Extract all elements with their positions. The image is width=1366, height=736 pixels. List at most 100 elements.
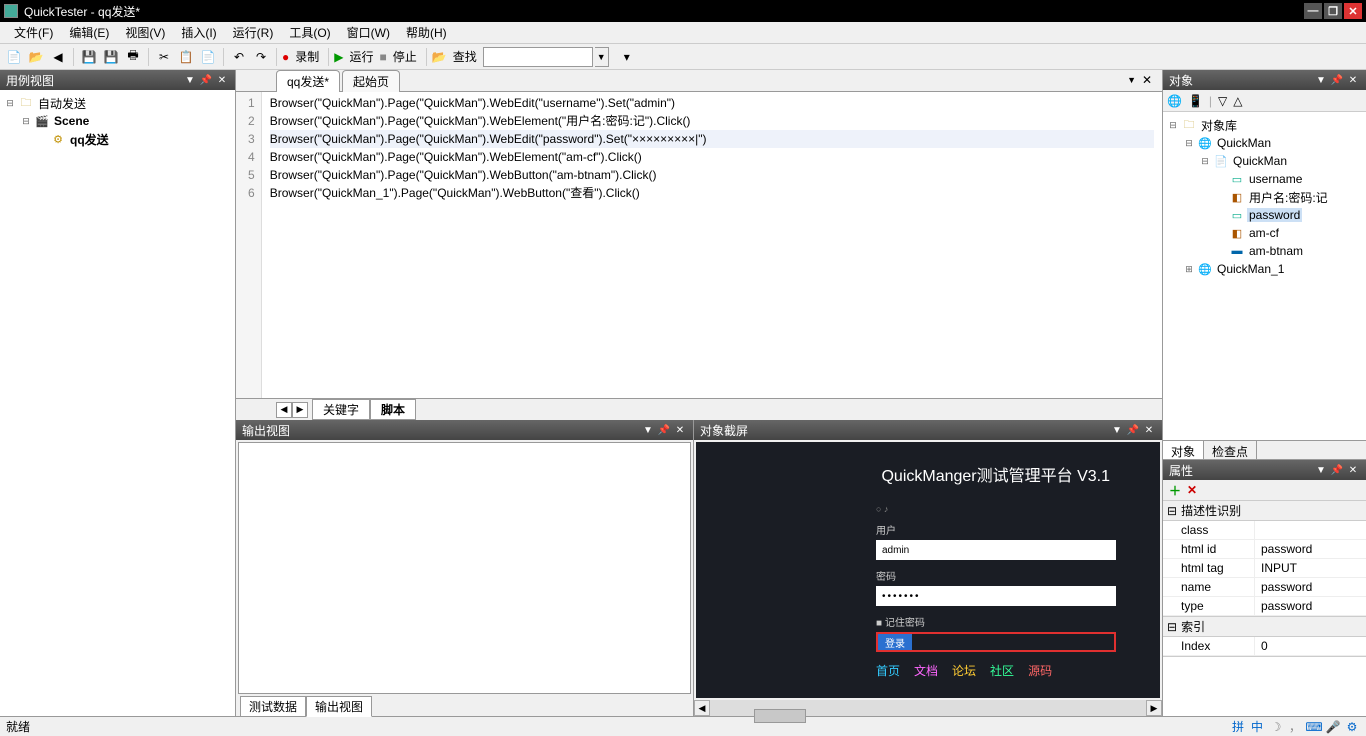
tabs-dropdown-icon[interactable]: ▼	[1127, 75, 1136, 85]
moon-icon[interactable]: ☽	[1268, 719, 1284, 735]
prop-value[interactable]: 0	[1255, 637, 1366, 655]
sc-link-e[interactable]: 源码	[1028, 662, 1052, 679]
menu-run[interactable]: 运行(R)	[225, 22, 282, 43]
minimize-button[interactable]: —	[1304, 3, 1322, 19]
properties-grid[interactable]: ⊟描述性识别 class html idpassword html tagINP…	[1163, 500, 1366, 656]
scroll-left-button[interactable]: ◀	[694, 700, 710, 716]
obj-userpwd[interactable]: ◧ 用户名:密码:记	[1167, 188, 1362, 206]
save-all-button[interactable]: 💾	[101, 47, 121, 67]
tab-qq[interactable]: qq发送*	[276, 70, 340, 92]
redo-button[interactable]: ↷	[251, 47, 271, 67]
obj-ambtn[interactable]: ▬ am-btnam	[1167, 242, 1362, 260]
sc-remember[interactable]: ■ 记住密码	[876, 614, 1120, 629]
objects-tree[interactable]: ⊟🗀 对象库 ⊟🌐 QuickMan ⊟📄 QuickMan ▭ usernam…	[1163, 112, 1366, 440]
code-line[interactable]: Browser("QuickMan").Page("QuickMan").Web…	[270, 166, 1154, 184]
screenshot-scrollbar[interactable]: ◀ ▶	[694, 700, 1162, 716]
comma-icon[interactable]: ，	[1287, 719, 1303, 735]
panel-dropdown-button[interactable]: ▼	[1314, 73, 1328, 87]
expand-icon[interactable]: ▽	[1218, 94, 1227, 108]
prop-value[interactable]: INPUT	[1255, 559, 1366, 577]
tab-keyword[interactable]: 关键字	[312, 399, 370, 420]
panel-close-button[interactable]: ✕	[215, 73, 229, 87]
nav-next-button[interactable]: ▶	[292, 402, 308, 418]
tab-objects[interactable]: 对象	[1163, 441, 1204, 459]
tab-checkpoints[interactable]: 检查点	[1204, 441, 1257, 459]
panel-pin-button[interactable]: 📌	[199, 73, 213, 87]
sc-pwd-input[interactable]	[876, 586, 1116, 606]
delete-property-button[interactable]: ✕	[1187, 483, 1197, 497]
tree-toggle-icon[interactable]: ⊟	[20, 116, 32, 127]
sc-login-button[interactable]: 登录	[878, 634, 912, 650]
panel-dropdown-button[interactable]: ▼	[1314, 463, 1328, 477]
search-dropdown[interactable]: ▼	[595, 47, 609, 67]
code-line[interactable]: Browser("QuickMan").Page("QuickMan").Web…	[270, 94, 1154, 112]
tab-script[interactable]: 脚本	[370, 399, 416, 420]
panel-close-button[interactable]: ✕	[673, 423, 687, 437]
panel-dropdown-button[interactable]: ▼	[641, 423, 655, 437]
sc-link-b[interactable]: 文档	[914, 662, 938, 679]
obj-password[interactable]: ▭ password	[1167, 206, 1362, 224]
obj-root[interactable]: ⊟🗀 对象库	[1167, 116, 1362, 134]
panel-pin-button[interactable]: 📌	[1330, 463, 1344, 477]
menu-file[interactable]: 文件(F)	[6, 22, 61, 43]
tree-toggle-icon[interactable]: ⊟	[4, 98, 16, 109]
menu-tools[interactable]: 工具(O)	[281, 22, 338, 43]
menu-window[interactable]: 窗口(W)	[339, 22, 398, 43]
new-button[interactable]: 📄	[4, 47, 24, 67]
paste-button[interactable]: 📄	[198, 47, 218, 67]
tab-start[interactable]: 起始页	[342, 70, 400, 92]
ime-lang-icon[interactable]: 中	[1249, 719, 1265, 735]
code-line[interactable]: Browser("QuickMan").Page("QuickMan").Web…	[270, 112, 1154, 130]
keyboard-icon[interactable]: ⌨	[1306, 719, 1322, 735]
undo-button[interactable]: ↶	[229, 47, 249, 67]
output-body[interactable]	[238, 442, 691, 694]
print-button[interactable]: 🖶	[123, 47, 143, 67]
scroll-right-button[interactable]: ▶	[1146, 700, 1162, 716]
scroll-thumb[interactable]	[754, 709, 806, 723]
obj-page[interactable]: ⊟📄 QuickMan	[1167, 152, 1362, 170]
nav-prev-button[interactable]: ◀	[276, 402, 292, 418]
tree-root[interactable]: ⊟ 🗀 自动发送	[4, 94, 231, 112]
stop-button[interactable]: 停止	[389, 48, 421, 65]
menu-insert[interactable]: 插入(I)	[173, 22, 224, 43]
prop-value[interactable]: password	[1255, 597, 1366, 615]
record-button[interactable]: 录制	[291, 48, 323, 65]
tab-testdata[interactable]: 测试数据	[240, 696, 306, 717]
device-icon[interactable]: 📱	[1188, 94, 1203, 108]
code-line[interactable]: Browser("QuickMan").Page("QuickMan").Web…	[270, 148, 1154, 166]
panel-close-button[interactable]: ✕	[1346, 463, 1360, 477]
tree-qq[interactable]: ⚙ qq发送	[4, 130, 231, 148]
collapse-icon[interactable]: ⊟	[1167, 620, 1177, 634]
sc-user-input[interactable]	[876, 540, 1116, 560]
add-property-button[interactable]: ＋	[1169, 482, 1181, 499]
menu-help[interactable]: 帮助(H)	[398, 22, 455, 43]
code-line[interactable]: Browser("QuickMan_1").Page("QuickMan").W…	[270, 184, 1154, 202]
panel-dropdown-button[interactable]: ▼	[183, 73, 197, 87]
collapse-icon[interactable]: ⊟	[1167, 504, 1177, 518]
back-button[interactable]: ◀	[48, 47, 68, 67]
tab-output[interactable]: 输出视图	[306, 696, 372, 717]
panel-pin-button[interactable]: 📌	[1330, 73, 1344, 87]
mic-icon[interactable]: 🎤	[1325, 719, 1341, 735]
sc-link-d[interactable]: 社区	[990, 662, 1014, 679]
globe-icon[interactable]: 🌐	[1167, 94, 1182, 108]
obj-quickman[interactable]: ⊟🌐 QuickMan	[1167, 134, 1362, 152]
cut-button[interactable]: ✂	[154, 47, 174, 67]
panel-pin-button[interactable]: 📌	[1126, 423, 1140, 437]
code-line[interactable]: Browser("QuickMan").Page("QuickMan").Web…	[270, 130, 1154, 148]
search-menu-button[interactable]: ▾	[617, 47, 637, 67]
screenshot-body[interactable]: QuickManger测试管理平台 V3.1 ○ ♪ 用户 密码 ■ 记住密码 …	[696, 442, 1160, 698]
code-editor[interactable]: 123456 Browser("QuickMan").Page("QuickMa…	[236, 92, 1162, 398]
tree-scene[interactable]: ⊟ 🎬 Scene	[4, 112, 231, 130]
run-button[interactable]: 运行	[346, 48, 378, 65]
panel-close-button[interactable]: ✕	[1346, 73, 1360, 87]
gear-icon[interactable]: ⚙	[1344, 719, 1360, 735]
testcase-tree[interactable]: ⊟ 🗀 自动发送 ⊟ 🎬 Scene ⚙ qq发送	[0, 90, 235, 716]
sc-link-c[interactable]: 论坛	[952, 662, 976, 679]
copy-button[interactable]: 📋	[176, 47, 196, 67]
panel-pin-button[interactable]: 📌	[657, 423, 671, 437]
prop-value[interactable]: password	[1255, 578, 1366, 596]
save-button[interactable]: 💾	[79, 47, 99, 67]
maximize-button[interactable]: ❐	[1324, 3, 1342, 19]
ime-icon[interactable]: 拼	[1230, 719, 1246, 735]
